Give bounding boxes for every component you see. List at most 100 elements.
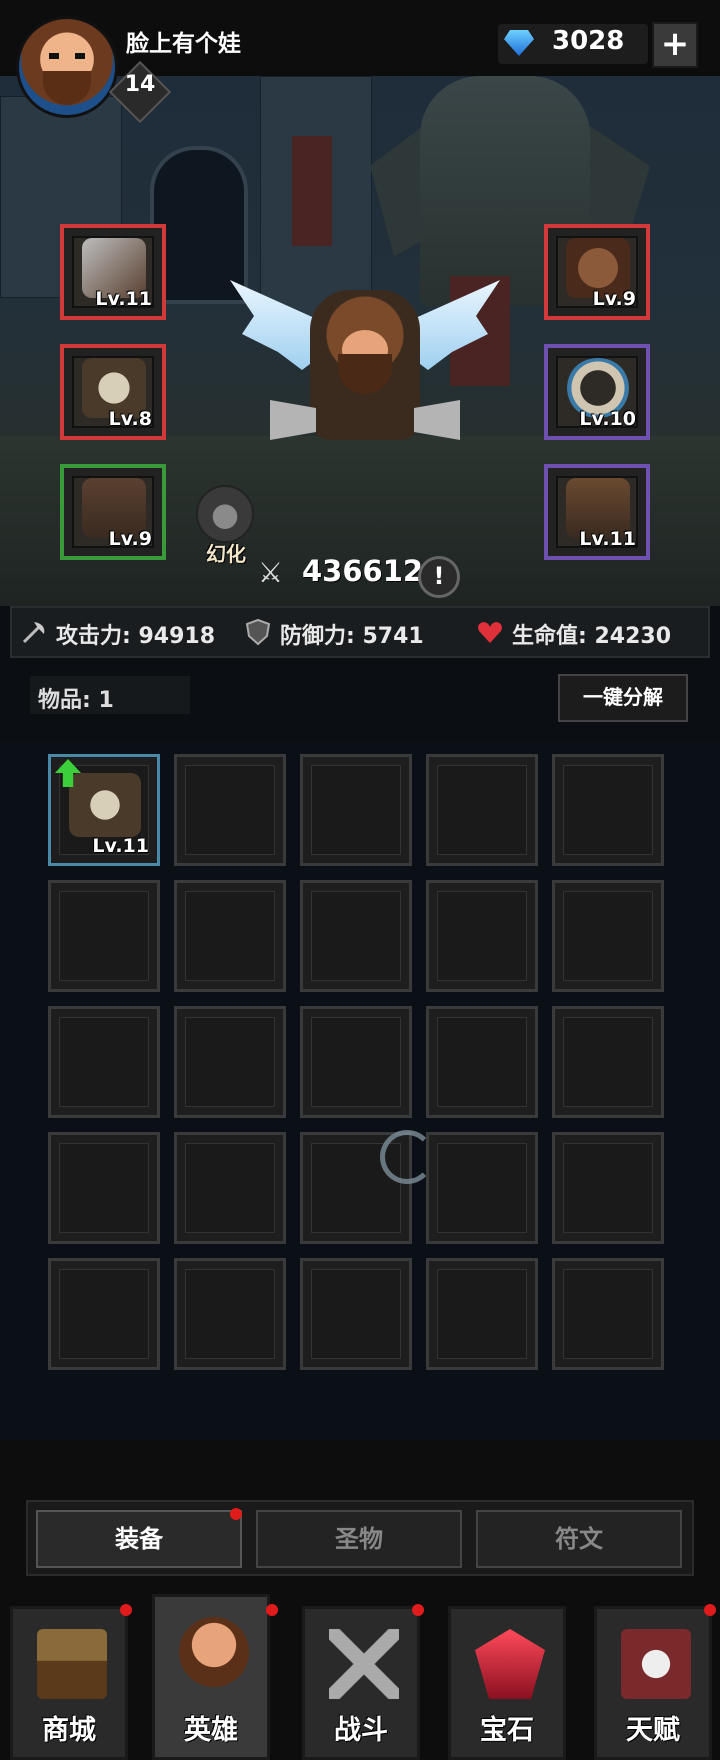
nav-label: 天赋 bbox=[626, 1715, 680, 1746]
nav-talents[interactable]: 天赋 bbox=[594, 1606, 712, 1760]
tab-relics[interactable]: 圣物 bbox=[256, 1510, 462, 1568]
inventory-slot[interactable] bbox=[48, 1132, 160, 1244]
shop-cart-icon bbox=[37, 1629, 107, 1699]
nav-hero[interactable]: 英雄 bbox=[152, 1594, 270, 1760]
slot-frame bbox=[311, 891, 401, 981]
equip-slot-pants[interactable]: Lv.9 bbox=[60, 464, 166, 560]
attack-stat: 攻击力: 94918 bbox=[56, 624, 215, 649]
inventory-slot[interactable] bbox=[48, 1258, 160, 1370]
tab-equipment[interactable]: 装备 bbox=[36, 1510, 242, 1568]
combat-power: 436612 bbox=[302, 554, 424, 588]
inventory-slot[interactable] bbox=[48, 1006, 160, 1118]
inventory-slot[interactable] bbox=[552, 1006, 664, 1118]
slot-frame bbox=[311, 765, 401, 855]
slot-frame bbox=[59, 891, 149, 981]
loading-indicator bbox=[380, 1130, 434, 1184]
inventory-slot[interactable] bbox=[552, 754, 664, 866]
inventory-slot[interactable]: Lv.11 bbox=[48, 754, 160, 866]
tab-runes[interactable]: 符文 bbox=[476, 1510, 682, 1568]
hero-portrait-icon bbox=[179, 1617, 249, 1687]
inventory-slot[interactable] bbox=[426, 1006, 538, 1118]
crossed-swords-icon: ⚔ bbox=[258, 556, 284, 589]
inventory-slot[interactable] bbox=[552, 1132, 664, 1244]
inventory-slot[interactable] bbox=[300, 754, 412, 866]
avatar-eye bbox=[49, 53, 59, 59]
slot-frame bbox=[563, 1269, 653, 1359]
defense-stat: 防御力: 5741 bbox=[280, 624, 424, 649]
slot-frame bbox=[59, 1143, 149, 1233]
nav-label: 英雄 bbox=[184, 1715, 238, 1746]
notification-dot bbox=[230, 1508, 242, 1520]
slot-frame bbox=[185, 1017, 275, 1107]
inventory-slot[interactable] bbox=[174, 754, 286, 866]
banner bbox=[292, 136, 332, 246]
inventory-slot[interactable] bbox=[174, 880, 286, 992]
slot-frame bbox=[59, 1269, 149, 1359]
items-count: 物品: 1 bbox=[38, 688, 114, 713]
equip-slot-weapon[interactable]: Lv.11 bbox=[60, 224, 166, 320]
inventory-slot[interactable] bbox=[300, 1258, 412, 1370]
power-info-button[interactable]: ! bbox=[418, 556, 460, 598]
nav-label: 宝石 bbox=[480, 1715, 534, 1746]
gem-count: 3028 bbox=[552, 26, 625, 56]
add-gems-button[interactable]: + bbox=[652, 22, 698, 68]
axe-icon bbox=[414, 400, 460, 440]
notification-dot bbox=[120, 1604, 132, 1616]
player-name: 脸上有个娃 bbox=[126, 31, 241, 57]
avatar-eye bbox=[75, 53, 85, 59]
inventory-slot[interactable] bbox=[426, 880, 538, 992]
crossed-axes-icon bbox=[329, 1629, 399, 1699]
slot-frame bbox=[437, 765, 527, 855]
equip-slot-boots[interactable]: Lv.11 bbox=[544, 464, 650, 560]
notification-dot bbox=[704, 1604, 716, 1616]
slot-frame bbox=[437, 891, 527, 981]
notification-dot bbox=[266, 1604, 278, 1616]
inventory-slot[interactable] bbox=[426, 1258, 538, 1370]
item-level: Lv.10 bbox=[579, 408, 636, 430]
item-level: Lv.11 bbox=[95, 288, 152, 310]
inventory-slot[interactable] bbox=[174, 1132, 286, 1244]
skull-book-icon bbox=[621, 1629, 691, 1699]
item-level: Lv.11 bbox=[92, 835, 149, 857]
nav-battle[interactable]: 战斗 bbox=[302, 1606, 420, 1760]
inventory-slot[interactable] bbox=[174, 1258, 286, 1370]
equip-slot-ring[interactable]: Lv.10 bbox=[544, 344, 650, 440]
nav-label: 商城 bbox=[42, 1715, 96, 1746]
inventory-slot[interactable] bbox=[552, 880, 664, 992]
inventory-slot[interactable] bbox=[48, 880, 160, 992]
hero-character[interactable] bbox=[230, 250, 500, 490]
hooded-figure-icon[interactable] bbox=[196, 485, 254, 543]
equip-slot-armor[interactable]: Lv.8 bbox=[60, 344, 166, 440]
item-level: Lv.9 bbox=[592, 288, 636, 310]
item-level: Lv.11 bbox=[579, 528, 636, 550]
equip-slot-helmet[interactable]: Lv.9 bbox=[544, 224, 650, 320]
nav-gems[interactable]: 宝石 bbox=[448, 1606, 566, 1760]
inventory-slot[interactable] bbox=[174, 1006, 286, 1118]
decompose-all-button[interactable]: 一键分解 bbox=[558, 674, 688, 722]
slot-frame bbox=[437, 1143, 527, 1233]
slot-frame bbox=[437, 1017, 527, 1107]
slot-frame bbox=[311, 1269, 401, 1359]
avatar-beard bbox=[43, 71, 91, 105]
slot-frame bbox=[185, 765, 275, 855]
heart-icon bbox=[478, 622, 502, 643]
slot-frame bbox=[563, 765, 653, 855]
nav-shop[interactable]: 商城 bbox=[10, 1606, 128, 1760]
player-level: 14 bbox=[124, 72, 156, 97]
slot-frame bbox=[185, 891, 275, 981]
item-level: Lv.9 bbox=[108, 528, 152, 550]
inventory-slot[interactable] bbox=[300, 880, 412, 992]
inventory-slot[interactable] bbox=[552, 1258, 664, 1370]
slot-frame bbox=[563, 1143, 653, 1233]
item-level: Lv.8 bbox=[108, 408, 152, 430]
transform-button[interactable]: 幻化 bbox=[206, 538, 246, 567]
fur-armor-icon bbox=[69, 773, 141, 837]
shield-icon bbox=[245, 618, 271, 646]
slot-frame bbox=[185, 1269, 275, 1359]
inventory-slot[interactable] bbox=[426, 1132, 538, 1244]
inventory-slot[interactable] bbox=[300, 1006, 412, 1118]
notification-dot bbox=[412, 1604, 424, 1616]
player-avatar[interactable] bbox=[16, 16, 118, 118]
slot-frame bbox=[311, 1017, 401, 1107]
inventory-slot[interactable] bbox=[426, 754, 538, 866]
